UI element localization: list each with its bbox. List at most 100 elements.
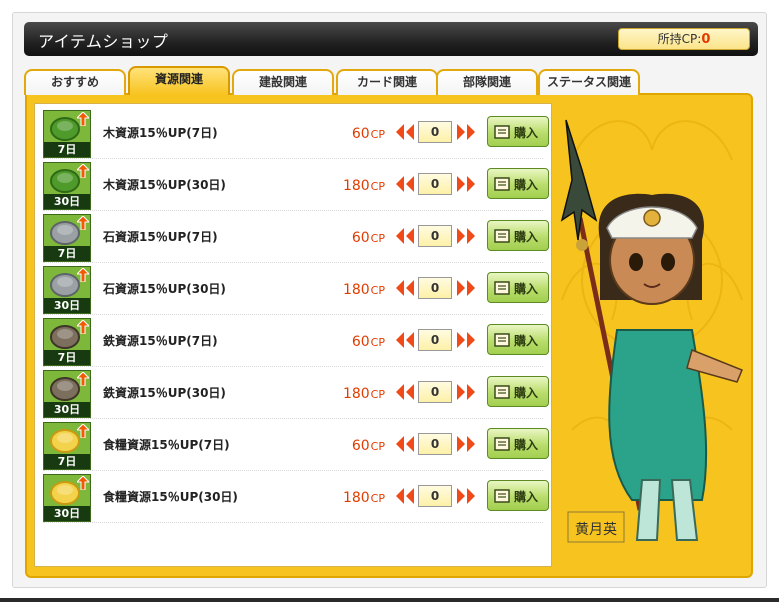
quantity-field[interactable]: 0 [418,433,452,455]
duration-badge: 7日 [44,350,90,365]
item-price: 60CP [303,227,385,246]
increase-qty-arrow-icon[interactable] [455,330,477,350]
item-price: 60CP [303,123,385,142]
price-unit: CP [370,336,385,349]
price-unit: CP [370,284,385,297]
tab-cards[interactable]: カード関連 [336,69,438,95]
boost-up-arrow-icon [77,268,89,282]
buy-button-label: 購入 [514,490,539,504]
boost-up-arrow-icon [77,112,89,126]
item-row: 30日 食糧資源15％UP(30日) 180CP 0 購入 [43,472,549,523]
quantity-field[interactable]: 0 [418,225,452,247]
item-price: 180CP [303,175,385,194]
duration-badge: 7日 [44,142,90,157]
item-name: 鉄資源15％UP(30日) [103,386,226,400]
price-unit: CP [370,180,385,193]
wood-resource-icon: 30日 [43,162,91,210]
cart-icon [494,385,510,399]
price-value: 60 [351,438,370,454]
increase-qty-arrow-icon[interactable] [455,226,477,246]
item-row: 7日 食糧資源15％UP(7日) 60CP 0 購入 [43,420,549,471]
cart-icon [494,489,510,503]
cp-value: 0 [701,32,711,47]
quantity-field[interactable]: 0 [418,381,452,403]
quantity-field[interactable]: 0 [418,485,452,507]
cp-balance: 所持CP:0 [618,28,750,50]
item-price: 180CP [303,279,385,298]
price-unit: CP [370,128,385,141]
cp-label: 所持CP: [657,32,702,46]
buy-button[interactable]: 購入 [487,220,549,251]
buy-button[interactable]: 購入 [487,376,549,407]
item-row: 7日 石資源15％UP(7日) 60CP 0 購入 [43,212,549,263]
increase-qty-arrow-icon[interactable] [455,122,477,142]
item-name: 木資源15％UP(30日) [103,178,226,192]
buy-button[interactable]: 購入 [487,324,549,355]
character-figure [598,193,743,541]
item-name: 食糧資源15％UP(30日) [103,490,238,504]
duration-badge: 30日 [44,402,90,417]
duration-badge: 30日 [44,298,90,313]
buy-button[interactable]: 購入 [487,428,549,459]
decrease-qty-arrow-icon[interactable] [394,382,416,402]
buy-button[interactable]: 購入 [487,272,549,303]
tab-status[interactable]: ステータス関連 [538,69,640,95]
buy-button[interactable]: 購入 [487,168,549,199]
bottom-divider [0,598,779,602]
quantity-field[interactable]: 0 [418,173,452,195]
food-resource-icon: 7日 [43,422,91,470]
decrease-qty-arrow-icon[interactable] [394,486,416,506]
price-value: 180 [342,386,370,402]
buy-button-label: 購入 [514,178,539,192]
buy-button[interactable]: 購入 [487,116,549,147]
decrease-qty-arrow-icon[interactable] [394,226,416,246]
page-title: アイテムショップ [38,32,169,51]
decrease-qty-arrow-icon[interactable] [394,174,416,194]
boost-up-arrow-icon [77,476,89,490]
increase-qty-arrow-icon[interactable] [455,486,477,506]
row-divider [43,418,543,419]
boost-up-arrow-icon [77,164,89,178]
row-divider [43,314,543,315]
item-list: 7日 木資源15％UP(7日) 60CP 0 購入 30日 木資源15％UP(3… [34,103,552,567]
row-divider [43,210,543,211]
row-divider [43,522,543,523]
food-resource-icon: 30日 [43,474,91,522]
item-row: 7日 鉄資源15％UP(7日) 60CP 0 購入 [43,316,549,367]
decrease-qty-arrow-icon[interactable] [394,330,416,350]
quantity-field[interactable]: 0 [418,277,452,299]
boost-up-arrow-icon [77,216,89,230]
title-bar: アイテムショップ 所持CP:0 [24,22,758,56]
decrease-qty-arrow-icon[interactable] [394,122,416,142]
item-name: 木資源15％UP(7日) [103,126,218,140]
tab-recommended[interactable]: おすすめ [24,69,126,95]
decrease-qty-arrow-icon[interactable] [394,278,416,298]
price-value: 60 [351,230,370,246]
buy-button[interactable]: 購入 [487,480,549,511]
tab-construction[interactable]: 建設関連 [232,69,334,95]
item-name: 鉄資源15％UP(7日) [103,334,218,348]
cart-icon [494,125,510,139]
cart-icon [494,437,510,451]
item-name: 食糧資源15％UP(7日) [103,438,230,452]
increase-qty-arrow-icon[interactable] [455,382,477,402]
signature-stamp: 黄月英 [567,511,625,543]
buy-button-label: 購入 [514,126,539,140]
increase-qty-arrow-icon[interactable] [455,174,477,194]
item-name: 石資源15％UP(30日) [103,282,226,296]
tab-units[interactable]: 部隊関連 [436,69,538,95]
item-row: 30日 石資源15％UP(30日) 180CP 0 購入 [43,264,549,315]
boost-up-arrow-icon [77,372,89,386]
price-unit: CP [370,492,385,505]
increase-qty-arrow-icon[interactable] [455,434,477,454]
row-divider [43,366,543,367]
iron-resource-icon: 7日 [43,318,91,366]
increase-qty-arrow-icon[interactable] [455,278,477,298]
quantity-field[interactable]: 0 [418,329,452,351]
price-unit: CP [370,440,385,453]
duration-badge: 30日 [44,194,90,209]
decrease-qty-arrow-icon[interactable] [394,434,416,454]
item-price: 60CP [303,435,385,454]
tab-resources[interactable]: 資源関連 [128,66,230,95]
quantity-field[interactable]: 0 [418,121,452,143]
